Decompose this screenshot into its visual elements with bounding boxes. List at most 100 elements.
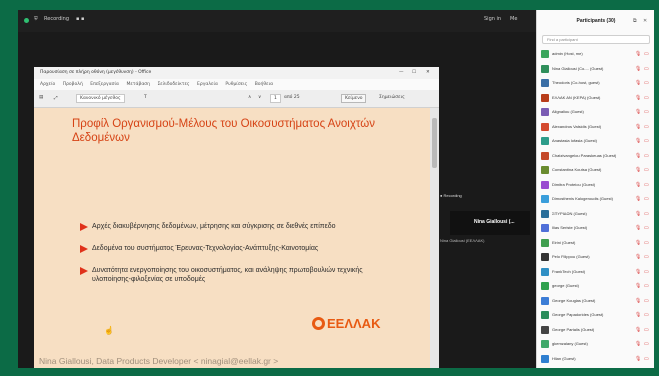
panel-popout-icon[interactable]: ⧉	[633, 18, 637, 24]
mic-muted-icon[interactable]: 🎙	[635, 254, 641, 260]
shield-icon[interactable]: ⛨	[34, 16, 38, 22]
text-select-icon[interactable]: T	[144, 95, 147, 100]
camera-off-icon[interactable]: ▭	[644, 211, 649, 217]
camera-off-icon[interactable]: ▭	[644, 167, 649, 173]
mic-muted-icon[interactable]: 🎙	[635, 211, 641, 217]
camera-off-icon[interactable]: ▭	[644, 254, 649, 260]
participant-row[interactable]: admin (Host, me) 🎙 ▭	[541, 49, 651, 60]
mic-muted-icon[interactable]: 🎙	[635, 240, 641, 246]
camera-off-icon[interactable]: ▭	[644, 298, 649, 304]
participant-row[interactable]: George Partalis (Guest) 🎙 ▭	[541, 325, 651, 336]
mic-muted-icon[interactable]: 🎙	[635, 51, 641, 57]
mode-button[interactable]: Κείμενο	[341, 94, 367, 103]
mic-muted-icon[interactable]: 🎙	[635, 80, 641, 86]
mic-muted-icon[interactable]: 🎙	[635, 283, 641, 289]
mic-muted-icon[interactable]: 🎙	[635, 327, 641, 333]
menu-file[interactable]: Αρχείο	[40, 82, 55, 87]
camera-off-icon[interactable]: ▭	[644, 51, 649, 57]
mic-muted-icon[interactable]: 🎙	[635, 153, 641, 159]
mic-muted-icon[interactable]: 🎙	[635, 138, 641, 144]
mic-muted-icon[interactable]: 🎙	[635, 182, 641, 188]
participant-row[interactable]: Dimosthenis Kalogeroudis (Guest) 🎙 ▭	[541, 194, 651, 205]
mic-muted-icon[interactable]: 🎙	[635, 269, 641, 275]
mic-muted-icon[interactable]: 🎙	[635, 341, 641, 347]
participant-row[interactable]: Dimitra Proteiou (Guest) 🎙 ▭	[541, 180, 651, 191]
view-options-icon[interactable]: ▪ ▪	[76, 16, 84, 22]
menu-settings[interactable]: Ρυθμίσεις	[225, 82, 247, 87]
slide-bullet: Δεδομένα του συστήματος Έρευνας-Τεχνολογ…	[80, 244, 382, 253]
camera-off-icon[interactable]: ▭	[644, 327, 649, 333]
mic-muted-icon[interactable]: 🎙	[635, 312, 641, 318]
participant-row[interactable]: Anastasia Iofasia (Guest) 🎙 ▭	[541, 136, 651, 147]
participant-row[interactable]: Theodoris (Co-host, guest) 🎙 ▭	[541, 78, 651, 89]
camera-off-icon[interactable]: ▭	[644, 283, 649, 289]
participant-row[interactable]: Alexandros Valsidis (Guest) 🎙 ▭	[541, 122, 651, 133]
menu-tools[interactable]: Εργαλεία	[197, 82, 218, 87]
mic-muted-icon[interactable]: 🎙	[635, 167, 641, 173]
panel-close-icon[interactable]: ✕	[643, 18, 647, 24]
camera-off-icon[interactable]: ▭	[644, 124, 649, 130]
participant-search-input[interactable]: Find a participant	[542, 35, 650, 44]
camera-off-icon[interactable]: ▭	[644, 80, 649, 86]
camera-off-icon[interactable]: ▭	[644, 312, 649, 318]
menu-help[interactable]: Βοήθεια	[255, 82, 273, 87]
camera-off-icon[interactable]: ▭	[644, 356, 649, 362]
camera-off-icon[interactable]: ▭	[644, 182, 649, 188]
participant-row[interactable]: George Papadorides (Guest) 🎙 ▭	[541, 310, 651, 321]
mic-muted-icon[interactable]: 🎙	[635, 196, 641, 202]
participant-row[interactable]: ΕΛΛΑΚ ΑΝ (ΚΕΡΑ) (Guest) 🎙 ▭	[541, 93, 651, 104]
viewer-scrollbar[interactable]	[430, 108, 439, 368]
sign-in-link[interactable]: Sign in	[484, 16, 501, 22]
camera-off-icon[interactable]: ▭	[644, 225, 649, 231]
participant-row[interactable]: Ilias Seriste (Guest) 🎙 ▭	[541, 223, 651, 234]
mic-muted-icon[interactable]: 🎙	[635, 66, 641, 72]
page-number-field[interactable]: 1	[270, 94, 281, 103]
camera-off-icon[interactable]: ▭	[644, 196, 649, 202]
user-menu[interactable]: Me	[510, 16, 517, 22]
participant-avatar	[541, 151, 549, 160]
speaker-tile[interactable]: Nina Giallousi (...	[450, 211, 530, 235]
camera-off-icon[interactable]: ▭	[644, 66, 649, 72]
participant-row[interactable]: George Kouglas (Guest) 🎙 ▭	[541, 296, 651, 307]
menu-view[interactable]: Προβολή	[63, 82, 83, 87]
camera-off-icon[interactable]: ▭	[644, 95, 649, 101]
camera-off-icon[interactable]: ▭	[644, 109, 649, 115]
sidebar-toggle-icon[interactable]: ▤	[39, 95, 43, 100]
participant-row[interactable]: Pelo Filippou (Guest) 🎙 ▭	[541, 252, 651, 263]
page-up-icon[interactable]: ∧	[248, 95, 251, 100]
meeting-window: ⛨ Recording ▪ ▪ Sign in Me Παρουσίαση σε…	[18, 10, 654, 368]
participant-row[interactable]: Constantina Koutsa (Guest) 🎙 ▭	[541, 165, 651, 176]
participant-avatar	[541, 282, 549, 290]
participant-row[interactable]: Alignaliou (Guest) 🎙 ▭	[541, 107, 651, 118]
page-down-icon[interactable]: ∨	[258, 95, 261, 100]
participant-row[interactable]: ΣΠΥΡΙΔΩΝ (Guest) 🎙 ▭	[541, 209, 651, 220]
participant-row[interactable]: Eirini (Guest) 🎙 ▭	[541, 238, 651, 249]
mic-muted-icon[interactable]: 🎙	[635, 124, 641, 130]
participant-row[interactable]: gkemzalany (Guest) 🎙 ▭	[541, 339, 651, 350]
menu-go[interactable]: Μετάβαση	[126, 82, 150, 87]
zoom-select[interactable]: Κανονικό μέγεθος	[76, 94, 125, 103]
annotate-button[interactable]: Σημειώσεις	[379, 95, 405, 100]
participant-row[interactable]: Nina Giallousi (Co-... (Guest) 🎙 ▭	[541, 64, 651, 75]
participant-row[interactable]: Chatzivangelou Paraskeuas (Guest) 🎙 ▭	[541, 151, 651, 162]
camera-off-icon[interactable]: ▭	[644, 341, 649, 347]
participant-row[interactable]: george (Guest) 🎙 ▭	[541, 281, 651, 292]
camera-off-icon[interactable]: ▭	[644, 269, 649, 275]
camera-off-icon[interactable]: ▭	[644, 138, 649, 144]
close-icon[interactable]: ✕	[426, 67, 430, 79]
participant-row[interactable]: FrankTech (Guest) 🎙 ▭	[541, 267, 651, 278]
maximize-icon[interactable]: ☐	[412, 67, 416, 79]
mic-muted-icon[interactable]: 🎙	[635, 356, 641, 362]
minimize-icon[interactable]: —	[399, 67, 404, 79]
menu-bookmarks[interactable]: Σελιδοδείκτες	[157, 82, 189, 87]
menu-edit[interactable]: Επεξεργασία	[90, 82, 119, 87]
participant-row[interactable]: Hlian (Guest) 🎙 ▭	[541, 354, 651, 365]
fit-page-icon[interactable]: ⤢	[54, 95, 58, 101]
camera-off-icon[interactable]: ▭	[644, 153, 649, 159]
mic-muted-icon[interactable]: 🎙	[635, 109, 641, 115]
mic-muted-icon[interactable]: 🎙	[635, 298, 641, 304]
scrollbar-thumb[interactable]	[432, 118, 437, 168]
camera-off-icon[interactable]: ▭	[644, 240, 649, 246]
mic-muted-icon[interactable]: 🎙	[635, 225, 641, 231]
mic-muted-icon[interactable]: 🎙	[635, 95, 641, 101]
